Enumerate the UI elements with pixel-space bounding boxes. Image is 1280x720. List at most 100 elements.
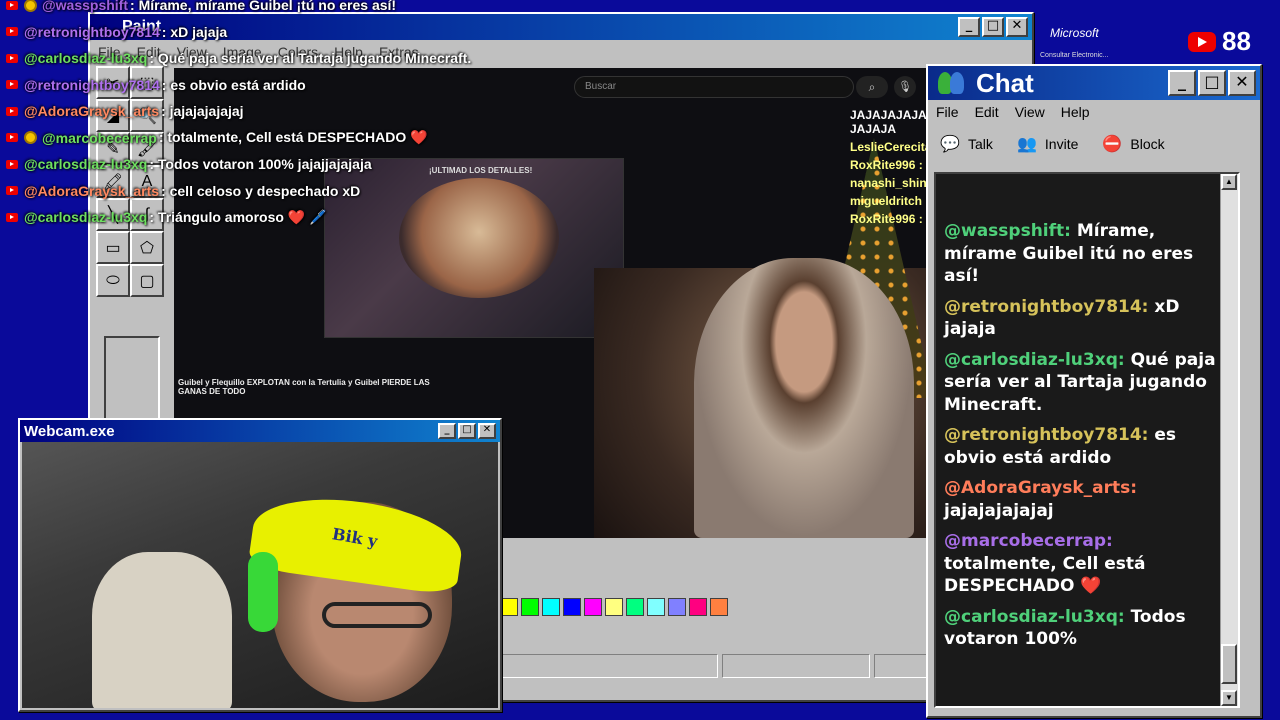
overlay-chat-user: @AdoraGraysk_arts	[24, 182, 160, 199]
chat-talk-button[interactable]: 💬 Talk	[938, 133, 993, 155]
color-swatch[interactable]	[563, 598, 581, 616]
color-swatch[interactable]	[647, 598, 665, 616]
youtube-icon	[6, 0, 18, 10]
youtube-icon	[6, 106, 18, 116]
overlay-chat-message: : cell celoso y despechado xD	[161, 182, 361, 199]
overlay-chat-row: @carlosdiaz-lu3xq: Todos votaron 100% ja…	[0, 151, 480, 178]
chat-message: @wasspshift: Mírame, mírame Guibel itú n…	[944, 220, 1226, 288]
search-icon[interactable]: ⌕	[856, 76, 888, 98]
stream-chat-line: RoxRite996 :	[850, 212, 930, 226]
close-button[interactable]: ✕	[1006, 17, 1028, 37]
webcam-title: Webcam.exe	[24, 422, 115, 440]
scroll-down-arrow[interactable]: ▼	[1221, 690, 1237, 706]
video-caption: Guibel y Flequillo EXPLOTAN con la Tertu…	[178, 378, 430, 396]
chat-menu-help[interactable]: Help	[1061, 104, 1090, 120]
chat-message-user: @carlosdiaz-lu3xq:	[944, 606, 1131, 627]
chat-message-user: @marcobecerrap:	[944, 531, 1113, 551]
color-swatch[interactable]	[521, 598, 539, 616]
maximize-button[interactable]: □	[458, 423, 476, 439]
overlay-chat-message: : totalmente, Cell está DESPECHADO ❤️	[158, 129, 428, 146]
chat-message-list: @wasspshift: Mírame, mírame Guibel itú n…	[944, 220, 1226, 659]
chat-message-text: jajajajajajaj	[944, 500, 1054, 521]
overlay-chat-message: : Triángulo amoroso ❤️ 🖊️	[149, 208, 327, 225]
stream-chat-user: nanashi_shiny :	[850, 176, 930, 190]
overlay-chat-row: @marcobecerrap: totalmente, Cell está DE…	[0, 125, 480, 152]
stream-chat-user: RoxRite996 :	[850, 158, 923, 172]
overlay-chat-message: : xD jajaja	[161, 23, 228, 40]
microphone-icon[interactable]: 🎙	[894, 76, 916, 98]
microsoft-subtext: Consultar Electronic...	[1040, 52, 1109, 59]
chat-message-text: totalmente, Cell está DESPECHADO ❤️	[944, 553, 1146, 597]
overlay-chat-user: @carlosdiaz-lu3xq	[24, 156, 148, 173]
minimize-button[interactable]: _	[958, 17, 980, 37]
stream-chat-line: RoxRite996 :	[850, 158, 930, 172]
chat-titlebar[interactable]: Chat _ □ ✕	[928, 66, 1260, 100]
chat-toolbar-label: Block	[1130, 136, 1165, 152]
overlay-chat-user: @carlosdiaz-lu3xq	[24, 50, 148, 67]
chat-message: @AdoraGraysk_arts: jajajajajajaj	[944, 477, 1226, 522]
microsoft-label: Microsoft	[1050, 26, 1099, 40]
chat-block-button[interactable]: ⛔ Block	[1100, 133, 1164, 155]
overlay-chat-user: @wasspshift	[42, 0, 129, 14]
scroll-up-arrow[interactable]: ▲	[1221, 174, 1237, 190]
chat-menu-edit[interactable]: Edit	[975, 104, 999, 120]
close-button[interactable]: ✕	[478, 423, 496, 439]
paint-tool-12[interactable]: ⬭	[96, 264, 130, 297]
viewer-count-value: 88	[1222, 26, 1251, 56]
webcam-titlebar[interactable]: Webcam.exe _ □ ✕	[20, 420, 500, 442]
chat-menu-file[interactable]: File	[936, 104, 959, 120]
color-swatch[interactable]	[710, 598, 728, 616]
chat-toolbar-label: Talk	[968, 136, 993, 152]
stream-search-input[interactable]: Buscar	[574, 76, 854, 98]
chat-title: Chat	[976, 67, 1034, 98]
color-swatch[interactable]	[668, 598, 686, 616]
overlay-chat-row: @carlosdiaz-lu3xq: Qué paja sería ver al…	[0, 45, 480, 72]
maximize-button[interactable]: □	[982, 17, 1004, 37]
chat-message-user: @carlosdiaz-lu3xq:	[944, 349, 1131, 370]
close-button[interactable]: ✕	[1228, 70, 1256, 96]
color-swatch[interactable]	[626, 598, 644, 616]
chat-menu-view[interactable]: View	[1015, 104, 1045, 120]
paint-tool-13[interactable]: ▢	[130, 264, 164, 297]
overlay-chat-user: @marcobecerrap	[42, 129, 157, 146]
talk-icon: 💬	[940, 136, 960, 153]
block-icon: ⛔	[1102, 136, 1123, 153]
minimize-button[interactable]: _	[1168, 70, 1196, 96]
chat-scrollbar[interactable]: ▲ ▼	[1220, 174, 1238, 706]
overlay-chat-row: @wasspshift: Mírame, mírame Guibel ¡tú n…	[0, 0, 480, 19]
youtube-icon	[6, 159, 18, 169]
chat-message-user: @retronightboy7814:	[944, 296, 1155, 317]
stream-chat-line: LeslieCerecita :	[850, 140, 930, 154]
paint-tool-10[interactable]: ▭	[96, 231, 130, 264]
color-swatch[interactable]	[542, 598, 560, 616]
chat-message-area[interactable]: @wasspshift: Mírame, mírame Guibel itú n…	[934, 172, 1240, 708]
chat-message: @carlosdiaz-lu3xq: Qué paja sería ver al…	[944, 349, 1226, 417]
youtube-icon	[6, 80, 18, 90]
overlay-chat-user: @carlosdiaz-lu3xq	[24, 209, 148, 226]
chat-window[interactable]: Chat _ □ ✕ File Edit View Help 💬 Talk 👥 Invite…	[926, 64, 1262, 718]
overlay-chat-user: @retronightboy7814	[24, 76, 160, 93]
color-swatch[interactable]	[689, 598, 707, 616]
chat-menubar: File Edit View Help	[928, 100, 1260, 124]
stream-chat-user: LeslieCerecita :	[850, 140, 930, 154]
chat-invite-button[interactable]: 👥 Invite	[1015, 133, 1078, 155]
chat-message-user: @AdoraGraysk_arts:	[944, 478, 1138, 498]
color-swatch[interactable]	[605, 598, 623, 616]
overlay-chat-user: @AdoraGraysk_arts	[24, 103, 160, 120]
overlay-chat-user: @retronightboy7814	[24, 23, 160, 40]
moderator-badge-icon	[24, 0, 37, 12]
scroll-thumb[interactable]	[1221, 644, 1237, 684]
overlay-chat-message: : Todos votaron 100% jajajjajajaja	[149, 156, 372, 173]
color-swatch[interactable]	[584, 598, 602, 616]
maximize-button[interactable]: □	[1198, 70, 1226, 96]
overlay-chat-message: : Mírame, mírame Guibel ¡tú no eres así!	[130, 0, 397, 14]
webcam-window[interactable]: Webcam.exe _ □ ✕ Bik y	[18, 418, 502, 712]
minimize-button[interactable]: _	[438, 423, 456, 439]
paint-tool-11[interactable]: ⬠	[130, 231, 164, 264]
invite-icon: 👥	[1016, 136, 1037, 153]
color-swatch[interactable]	[500, 598, 518, 616]
viewer-count: 88	[1188, 26, 1251, 57]
glasses	[322, 602, 432, 628]
tool-options-box[interactable]	[104, 336, 160, 426]
status-cell	[722, 654, 870, 678]
